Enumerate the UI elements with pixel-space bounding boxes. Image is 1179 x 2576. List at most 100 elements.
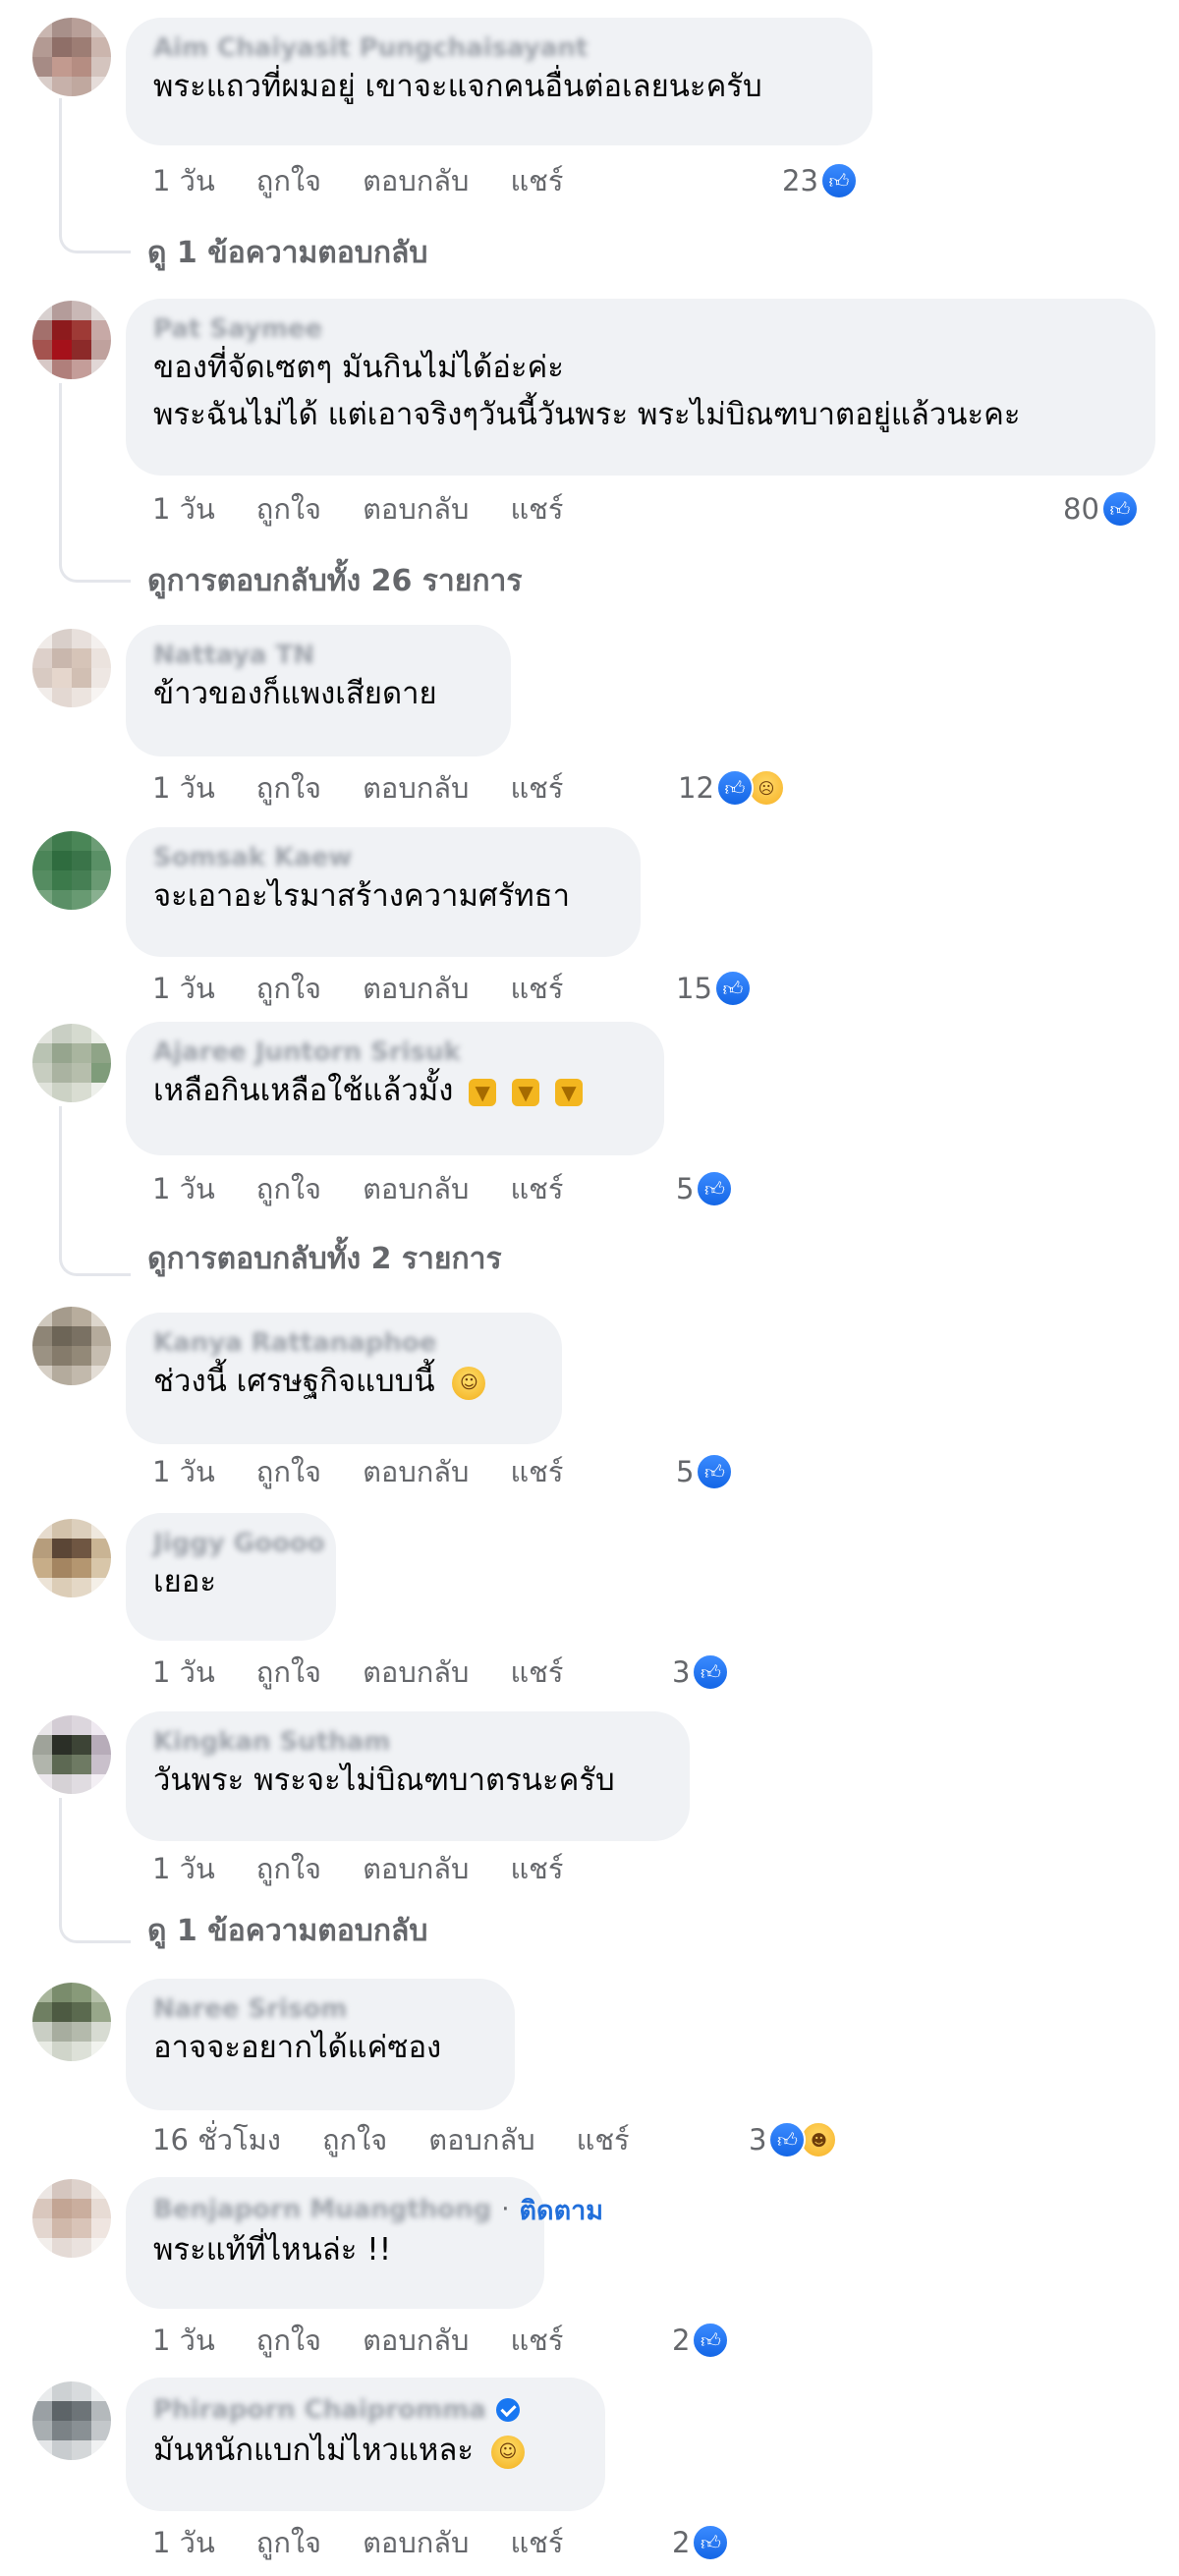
reply-button[interactable]: ตอบกลับ <box>363 2318 469 2363</box>
comment-author[interactable]: Benjaporn Muangthong <box>153 2195 491 2224</box>
like-button[interactable]: ถูกใจ <box>256 1166 321 1211</box>
comment-text: เยอะ <box>153 1564 217 1599</box>
like-button[interactable]: ถูกใจ <box>256 1650 321 1695</box>
reply-button[interactable]: ตอบกลับ <box>363 158 469 203</box>
like-button[interactable]: ถูกใจ <box>322 2117 387 2162</box>
like-icon: 👍︎ <box>768 2121 807 2158</box>
comment-author[interactable]: Kingkan Sutham <box>153 1727 660 1757</box>
comment-time[interactable]: 1 วัน <box>152 1650 215 1695</box>
avatar[interactable] <box>32 18 111 96</box>
comment-actions: 1 วัน ถูกใจ ตอบกลับ แชร์ <box>152 2523 563 2562</box>
comment-time[interactable]: 1 วัน <box>152 2520 215 2565</box>
reply-button[interactable]: ตอบกลับ <box>363 2520 469 2565</box>
comment-time[interactable]: 1 วัน <box>152 966 215 1011</box>
like-button[interactable]: ถูกใจ <box>256 1846 321 1891</box>
thumbs-down-icon: ▼ <box>512 1078 540 1106</box>
comment-time[interactable]: 1 วัน <box>152 765 215 811</box>
like-button[interactable]: ถูกใจ <box>256 2318 321 2363</box>
avatar[interactable] <box>32 629 111 707</box>
view-replies-link[interactable]: ดูการตอบกลับทั้ง 2 รายการ <box>147 1238 502 1281</box>
comment-time[interactable]: 1 วัน <box>152 2318 215 2363</box>
reaction-summary[interactable]: 12 👍︎ ☹ <box>678 768 785 808</box>
comment-time[interactable]: 1 วัน <box>152 486 215 532</box>
like-button[interactable]: ถูกใจ <box>256 158 321 203</box>
comment-time[interactable]: 1 วัน <box>152 1846 215 1891</box>
share-button[interactable]: แชร์ <box>510 966 563 1011</box>
share-button[interactable]: แชร์ <box>510 486 563 532</box>
reply-button[interactable]: ตอบกลับ <box>363 1650 469 1695</box>
reaction-count: 5 <box>676 1172 695 1205</box>
reaction-summary[interactable]: 80 👍︎ <box>1063 489 1139 529</box>
comment-author[interactable]: Ajaree Juntorn Srisuk <box>153 1037 635 1067</box>
like-button[interactable]: ถูกใจ <box>256 486 321 532</box>
reaction-count: 12 <box>678 771 714 805</box>
avatar[interactable] <box>32 1715 111 1794</box>
comment-author[interactable]: Somsak Kaew <box>153 843 611 872</box>
avatar[interactable] <box>32 1519 111 1597</box>
avatar[interactable] <box>32 301 111 379</box>
follow-separator: · <box>501 2195 510 2224</box>
reply-button[interactable]: ตอบกลับ <box>363 486 469 532</box>
reply-button[interactable]: ตอบกลับ <box>363 1166 469 1211</box>
view-replies-link[interactable]: ดู 1 ข้อความตอบกลับ <box>147 232 427 275</box>
like-icon: 👍︎ <box>696 1453 734 1490</box>
like-icon: 👍︎ <box>696 1170 734 1207</box>
comment-actions: 1 วัน ถูกใจ ตอบกลับ แชร์ <box>152 1652 563 1692</box>
reply-button[interactable]: ตอบกลับ <box>363 765 469 811</box>
comment-bubble: Aim Chaiyasit Pungchaisayant พระแถวที่ผม… <box>126 18 872 145</box>
share-button[interactable]: แชร์ <box>577 2117 630 2162</box>
comment-author[interactable]: Aim Chaiyasit Pungchaisayant <box>153 33 843 63</box>
comment-author[interactable]: Phiraporn Chaipromma <box>153 2395 486 2425</box>
like-button[interactable]: ถูกใจ <box>256 966 321 1011</box>
comment-author[interactable]: Kanya Rattanaphoe <box>153 1328 533 1358</box>
comment-author[interactable]: Jiggy Goooo <box>153 1529 325 1558</box>
comment-time[interactable]: 1 วัน <box>152 158 215 203</box>
reaction-summary[interactable]: 15 👍︎ <box>676 969 752 1008</box>
reaction-summary[interactable]: 3 👍︎ ☻ <box>749 2120 838 2159</box>
share-button[interactable]: แชร์ <box>510 1449 563 1494</box>
avatar[interactable] <box>32 1983 111 2061</box>
avatar[interactable] <box>32 1307 111 1385</box>
share-button[interactable]: แชร์ <box>510 765 563 811</box>
reaction-summary[interactable]: 3 👍︎ <box>672 1652 730 1692</box>
share-button[interactable]: แชร์ <box>510 1846 563 1891</box>
reaction-summary[interactable]: 5 👍︎ <box>676 1452 734 1491</box>
comment-author[interactable]: Pat Saymee <box>153 314 1126 344</box>
follow-button[interactable]: ติดตาม <box>520 2189 604 2231</box>
share-button[interactable]: แชร์ <box>510 2520 563 2565</box>
comment-time[interactable]: 1 วัน <box>152 1449 215 1494</box>
comment-text-content: เหลือกินเหลือใช้แล้วมั้ง <box>153 1073 454 1108</box>
reply-button[interactable]: ตอบกลับ <box>428 2117 534 2162</box>
comment-author[interactable]: Naree Srisom <box>153 1994 485 2024</box>
like-button[interactable]: ถูกใจ <box>256 765 321 811</box>
reaction-summary[interactable]: 23 👍︎ <box>782 161 858 200</box>
avatar[interactable] <box>32 831 111 910</box>
comment-actions: 1 วัน ถูกใจ ตอบกลับ แชร์ <box>152 1849 563 1888</box>
reaction-summary[interactable]: 5 👍︎ <box>676 1169 734 1208</box>
share-button[interactable]: แชร์ <box>510 2318 563 2363</box>
share-button[interactable]: แชร์ <box>510 1650 563 1695</box>
avatar[interactable] <box>32 2381 111 2460</box>
comment-author[interactable]: Nattaya TN <box>153 641 481 670</box>
reaction-summary[interactable]: 2 👍︎ <box>672 2523 730 2562</box>
reply-button[interactable]: ตอบกลับ <box>363 1449 469 1494</box>
view-replies-link[interactable]: ดูการตอบกลับทั้ง 26 รายการ <box>147 560 522 603</box>
view-replies-link[interactable]: ดู 1 ข้อความตอบกลับ <box>147 1910 427 1953</box>
reply-button[interactable]: ตอบกลับ <box>363 1846 469 1891</box>
comment-text: ของที่จัดเซตๆ มันกินไม่ได้อ่ะค่ะ <box>153 350 564 385</box>
reply-button[interactable]: ตอบกลับ <box>363 966 469 1011</box>
comment-time[interactable]: 1 วัน <box>152 1166 215 1211</box>
like-button[interactable]: ถูกใจ <box>256 2520 321 2565</box>
like-button[interactable]: ถูกใจ <box>256 1449 321 1494</box>
avatar[interactable] <box>32 1024 111 1102</box>
comment-time[interactable]: 16 ชั่วโมง <box>152 2117 281 2162</box>
comment-text: มันหนักแบกไม่ไหวแหละ ☺ <box>153 2427 576 2474</box>
comment-text-content: ช่วงนี้ เศรษฐกิจแบบนี้ <box>153 1364 435 1399</box>
share-button[interactable]: แชร์ <box>510 158 563 203</box>
reaction-summary[interactable]: 2 👍︎ <box>672 2321 730 2360</box>
comment-actions: 16 ชั่วโมง ถูกใจ ตอบกลับ แชร์ <box>152 2120 630 2159</box>
share-button[interactable]: แชร์ <box>510 1166 563 1211</box>
reaction-count: 3 <box>749 2123 767 2156</box>
avatar[interactable] <box>32 2179 111 2258</box>
comment-bubble: Kingkan Sutham วันพระ พระจะไม่บิณฑบาตรนะ… <box>126 1711 690 1841</box>
